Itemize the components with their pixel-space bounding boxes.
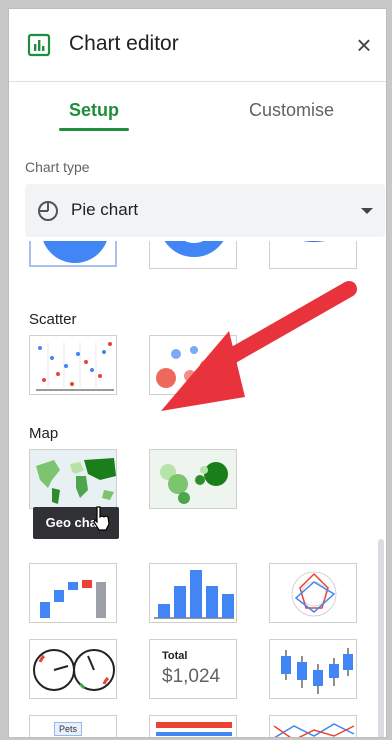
- chevron-down-icon: [361, 208, 373, 214]
- close-icon[interactable]: ×: [350, 31, 378, 59]
- scatter-thumbnail: [36, 342, 114, 391]
- scorecard-value: $1,024: [162, 666, 221, 687]
- chart-type-label: Chart type: [25, 159, 90, 175]
- chart-type-dropdown[interactable]: Pie chart: [25, 184, 385, 237]
- candlestick-thumbnail: [281, 648, 353, 694]
- 3d-pie-chart-option[interactable]: [269, 241, 357, 269]
- radar-chart-option[interactable]: [269, 563, 357, 623]
- editor-tabs: Setup Customise: [9, 81, 386, 132]
- waterfall-thumbnail: [40, 580, 106, 618]
- chart-type-value: Pie chart: [71, 200, 139, 219]
- pie-chart-option[interactable]: [29, 241, 117, 267]
- hand-cursor-icon: [93, 506, 110, 531]
- tab-setup[interactable]: Setup: [69, 100, 119, 121]
- geo-bubble-thumbnail: [150, 450, 236, 508]
- section-scatter: Scatter: [29, 311, 77, 328]
- geo-chart-option[interactable]: [29, 449, 117, 509]
- pie-chart-icon: [38, 201, 58, 221]
- table-chip: Pets: [54, 722, 83, 736]
- geo-map-thumbnail: [30, 450, 116, 508]
- histogram-chart-option[interactable]: [149, 563, 237, 623]
- red-arrow-annotation: [161, 281, 357, 411]
- timeline-chart-option[interactable]: [269, 715, 357, 737]
- 3d-pie-thumbnail: [302, 241, 326, 242]
- editor-title: Chart editor: [69, 32, 179, 55]
- active-tab-indicator: [59, 128, 129, 131]
- timeline-thumbnail: [273, 723, 355, 737]
- radar-thumbnail: [291, 571, 337, 617]
- gauge-chart-option[interactable]: [29, 639, 117, 699]
- chart-editor-icon: [27, 33, 51, 57]
- org-chart-option[interactable]: [149, 715, 237, 737]
- candlestick-chart-option[interactable]: [269, 639, 357, 699]
- scorecard-chart-option[interactable]: Total $1,024: [149, 639, 237, 699]
- geo-bubble-chart-option[interactable]: [149, 449, 237, 509]
- tab-customise[interactable]: Customise: [249, 100, 334, 121]
- chart-editor-panel: Chart editor × Setup Customise Chart typ…: [8, 8, 387, 738]
- scrollbar[interactable]: [378, 539, 384, 737]
- org-thumbnail: [156, 722, 232, 736]
- table-chart-option[interactable]: Pets: [29, 715, 117, 737]
- scorecard-label: Total: [162, 650, 188, 662]
- waterfall-chart-option[interactable]: [29, 563, 117, 623]
- pie-thumbnail: [43, 241, 107, 263]
- editor-header: Chart editor ×: [9, 9, 386, 81]
- histogram-thumbnail: [154, 570, 234, 619]
- gauge-thumbnail: [33, 649, 115, 691]
- doughnut-thumbnail: [164, 241, 224, 257]
- section-map: Map: [29, 425, 59, 442]
- doughnut-chart-option[interactable]: [149, 241, 237, 269]
- scatter-chart-option[interactable]: [29, 335, 117, 395]
